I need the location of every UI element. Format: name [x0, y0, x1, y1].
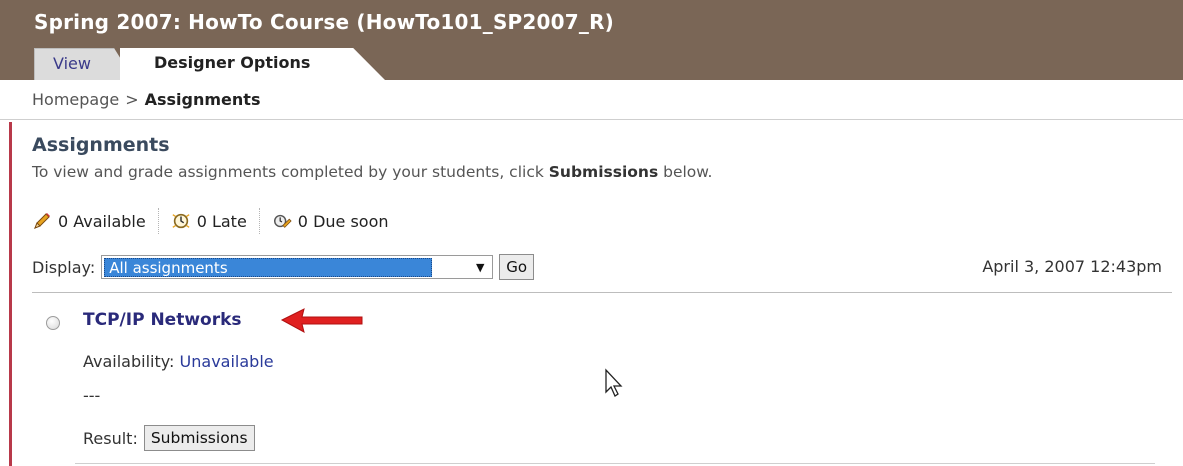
tab-designer-options[interactable]: Designer Options [120, 48, 385, 80]
stat-divider [258, 208, 260, 234]
display-select-value: All assignments [104, 257, 433, 277]
divider [32, 292, 1172, 293]
timestamp: April 3, 2007 12:43pm [982, 257, 1162, 276]
stat-late[interactable]: 0 Late [171, 211, 247, 231]
clock-icon [171, 211, 191, 231]
assignment-title-link[interactable]: TCP/IP Networks [83, 310, 242, 330]
breadcrumb-current: Assignments [144, 90, 261, 109]
display-label: Display: [32, 257, 96, 277]
intro-bold: Submissions [548, 163, 659, 181]
go-button[interactable]: Go [499, 254, 535, 280]
stat-due-soon[interactable]: 0 Due soon [272, 211, 389, 231]
assignment-description: --- [83, 386, 101, 405]
display-select[interactable]: All assignments ▼ [101, 255, 494, 279]
availability-label: Availability: [83, 352, 175, 371]
tab-view[interactable]: View [34, 48, 134, 80]
course-header: Spring 2007: HowTo Course (HowTo101_SP20… [0, 0, 1183, 80]
chevron-down-icon[interactable]: ▼ [472, 259, 488, 275]
assignment-stats: 0 Available 0 Late 0 Due soon [32, 207, 389, 235]
stat-due-soon-label: 0 Due soon [297, 211, 389, 231]
breadcrumb-separator: > [125, 90, 139, 109]
stat-available[interactable]: 0 Available [32, 211, 146, 231]
availability: Availability: Unavailable [83, 352, 274, 371]
course-title: Spring 2007: HowTo Course (HowTo101_SP20… [34, 10, 615, 34]
pencil-icon [32, 211, 52, 231]
breadcrumb: Homepage > Assignments [0, 80, 1183, 120]
page-title: Assignments [32, 134, 170, 156]
result-row: Result: Submissions [83, 425, 255, 451]
intro-suffix: below. [658, 163, 713, 181]
stat-available-label: 0 Available [58, 211, 146, 231]
stat-late-label: 0 Late [196, 211, 247, 231]
intro-text: To view and grade assignments completed … [32, 163, 712, 181]
assignment-radio[interactable] [46, 316, 60, 330]
accent-bar [9, 122, 12, 466]
submissions-button[interactable]: Submissions [143, 425, 255, 451]
result-label: Result: [83, 428, 138, 448]
stat-divider [157, 208, 159, 234]
breadcrumb-homepage-link[interactable]: Homepage [32, 90, 119, 109]
availability-value[interactable]: Unavailable [180, 352, 274, 371]
display-filter: Display: All assignments ▼ Go [32, 253, 535, 281]
intro-prefix: To view and grade assignments completed … [32, 163, 549, 181]
bottom-divider [75, 463, 1155, 464]
annotation-arrow-icon [280, 308, 363, 333]
due-soon-icon [272, 211, 292, 231]
mouse-cursor-icon [605, 368, 623, 397]
